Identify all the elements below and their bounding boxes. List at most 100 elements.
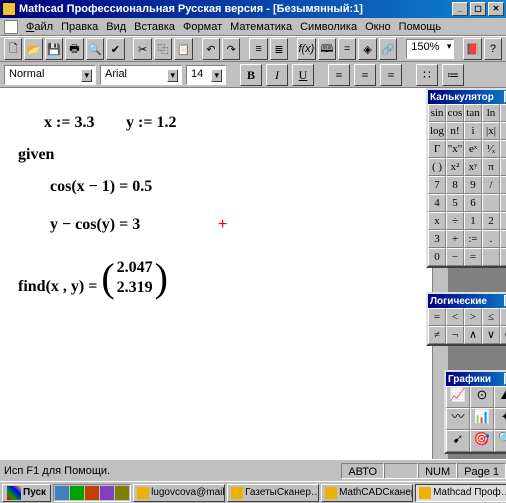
calc-key[interactable]: |x| <box>482 122 500 140</box>
calc-key[interactable]: 9 <box>464 176 482 194</box>
calc-key[interactable] <box>500 248 506 266</box>
component-button[interactable]: ◈ <box>358 38 376 60</box>
calc-key[interactable]: ¹⁄ₓ <box>482 140 500 158</box>
start-button[interactable]: Пуск <box>2 484 51 502</box>
undo-button[interactable]: ↶ <box>202 38 220 60</box>
ql-icon[interactable] <box>85 486 99 500</box>
calc-key[interactable]: 8 <box>446 176 464 194</box>
document-area[interactable]: x := 3.3 y := 1.2 given cos(x − 1) = 0.5… <box>0 88 432 465</box>
calc-key[interactable]: eˣ <box>464 140 482 158</box>
menu-edit[interactable]: Правка <box>61 21 98 33</box>
zoom-icon[interactable]: 🔍 <box>494 430 506 452</box>
align-right-button[interactable]: ≡ <box>380 64 402 86</box>
keyword-given[interactable]: given <box>18 146 54 164</box>
calc-key[interactable]: := <box>464 230 482 248</box>
calc-key[interactable] <box>500 212 506 230</box>
ql-icon[interactable] <box>55 486 69 500</box>
calc-key[interactable]: 3 <box>428 230 446 248</box>
calc-key[interactable] <box>500 104 506 122</box>
contour-plot-icon[interactable]: 〰 <box>446 408 470 430</box>
calc-key[interactable] <box>500 122 506 140</box>
mdi-icon[interactable] <box>4 20 18 34</box>
calc-key[interactable] <box>500 158 506 176</box>
menu-help[interactable]: Помощь <box>399 21 442 33</box>
new-button[interactable]: 🗋 <box>4 38 22 60</box>
calc-key[interactable]: 0 <box>428 248 446 266</box>
ql-icon[interactable] <box>100 486 114 500</box>
taskbar-task[interactable]: ГазетыСканер… <box>227 484 319 502</box>
print-button[interactable]: 🖶 <box>65 38 83 60</box>
taskbar-task[interactable]: lugovcova@mail.ru… <box>133 484 225 502</box>
calc-key[interactable]: tan <box>464 104 482 122</box>
calc-key[interactable]: − <box>446 248 464 266</box>
calc-key[interactable]: xʸ <box>464 158 482 176</box>
logic-key[interactable]: ≠ <box>428 326 446 344</box>
polar-plot-icon[interactable]: ⊙ <box>470 386 494 408</box>
graph-palette[interactable]: Графики✕ 📈⊙⛰〰📊✦➹🎯🔍 <box>444 370 506 454</box>
logic-key[interactable]: ∧ <box>464 326 482 344</box>
calc-key[interactable]: n! <box>446 122 464 140</box>
redo-button[interactable]: ↷ <box>222 38 240 60</box>
size-combo[interactable]: 14 <box>186 65 226 85</box>
align-button[interactable]: ≡ <box>249 38 267 60</box>
calc-key[interactable]: ln <box>482 104 500 122</box>
calc-key[interactable] <box>500 176 506 194</box>
hyperlink-button[interactable]: 🔗 <box>379 38 397 60</box>
calc-key[interactable]: "x" <box>446 140 464 158</box>
logic-palette[interactable]: Логические✕ =<>≤≥≠¬∧∨⊕ <box>426 292 506 346</box>
calc-key[interactable] <box>500 194 506 212</box>
menu-format[interactable]: Формат <box>183 21 222 33</box>
calc-key[interactable]: Γ <box>428 140 446 158</box>
bar3d-plot-icon[interactable]: 📊 <box>470 408 494 430</box>
calc-key[interactable]: i <box>464 122 482 140</box>
menu-math[interactable]: Математика <box>230 21 292 33</box>
calc-key[interactable]: / <box>482 176 500 194</box>
menu-symbolic[interactable]: Символика <box>300 21 357 33</box>
xy-plot-icon[interactable]: 📈 <box>446 386 470 408</box>
logic-key[interactable]: < <box>446 308 464 326</box>
calc-key[interactable]: π <box>482 158 500 176</box>
underline-button[interactable]: U <box>292 64 314 86</box>
calc-key[interactable]: 2 <box>482 212 500 230</box>
calc-key[interactable]: + <box>446 230 464 248</box>
calc-key[interactable]: x² <box>446 158 464 176</box>
fx-button[interactable]: f(x) <box>297 38 315 60</box>
logic-key[interactable]: = <box>428 308 446 326</box>
unit-button[interactable]: 🕮 <box>318 38 336 60</box>
help-button[interactable]: ? <box>484 38 502 60</box>
calc-key[interactable]: 1 <box>464 212 482 230</box>
menu-view[interactable]: Вид <box>106 21 126 33</box>
calc-key[interactable]: ( ) <box>428 158 446 176</box>
save-button[interactable]: 💾 <box>45 38 63 60</box>
paste-button[interactable]: 📋 <box>174 38 192 60</box>
calc-key[interactable]: 4 <box>428 194 446 212</box>
calc-key[interactable]: 5 <box>446 194 464 212</box>
font-combo[interactable]: Arial <box>100 65 182 85</box>
equation-cos[interactable]: cos(x − 1) = 0.5 <box>50 178 152 196</box>
calc-key[interactable] <box>482 248 500 266</box>
menu-file[interactable]: Файл <box>26 21 53 33</box>
style-combo[interactable]: Normal <box>4 65 96 85</box>
vector-plot-icon[interactable]: ➹ <box>446 430 470 452</box>
close-button[interactable]: ✕ <box>488 2 504 16</box>
trace-icon[interactable]: 🎯 <box>470 430 494 452</box>
bold-button[interactable]: B <box>240 64 262 86</box>
menu-insert[interactable]: Вставка <box>134 21 175 33</box>
equation-y-cos[interactable]: y − cos(y) = 3 <box>50 216 140 234</box>
numbering-button[interactable]: ≔ <box>442 64 464 86</box>
equation-y-assign[interactable]: y := 1.2 <box>126 114 176 132</box>
calc-key[interactable]: cos <box>446 104 464 122</box>
cut-button[interactable]: ✂ <box>133 38 151 60</box>
calc-key[interactable]: 7 <box>428 176 446 194</box>
minimize-button[interactable]: _ <box>452 2 468 16</box>
calc-key[interactable] <box>500 230 506 248</box>
logic-key[interactable]: ≤ <box>482 308 500 326</box>
copy-button[interactable]: ⿻ <box>154 38 172 60</box>
calc-key[interactable] <box>500 140 506 158</box>
zoom-combo[interactable]: 150% <box>406 39 454 59</box>
preview-button[interactable]: 🔍 <box>86 38 104 60</box>
menu-window[interactable]: Окно <box>365 21 391 33</box>
calc-key[interactable]: x <box>428 212 446 230</box>
taskbar-task[interactable]: MathCADСканерТ… <box>321 484 413 502</box>
align2-button[interactable]: ≣ <box>270 38 288 60</box>
